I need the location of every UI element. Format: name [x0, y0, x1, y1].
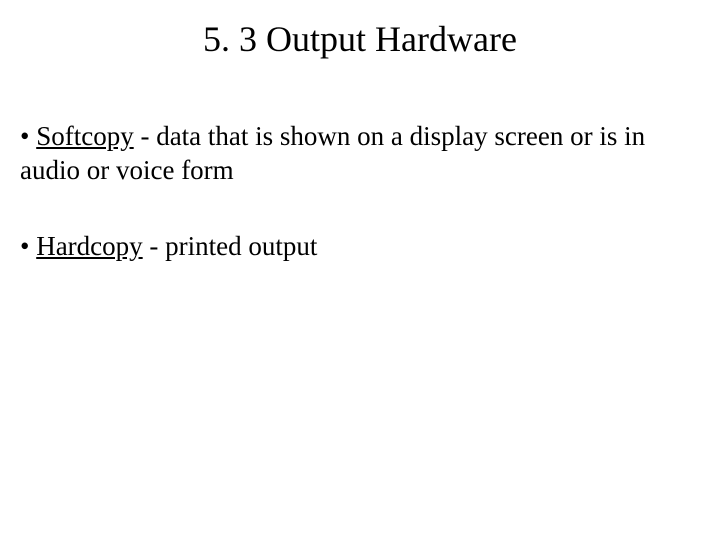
bullet-term: Hardcopy — [36, 231, 142, 261]
slide-title: 5. 3 Output Hardware — [20, 18, 700, 60]
bullet-item: • Softcopy - data that is shown on a dis… — [20, 120, 700, 188]
bullet-term: Softcopy — [36, 121, 134, 151]
bullet-prefix: • — [20, 231, 36, 261]
bullet-prefix: • — [20, 121, 36, 151]
bullet-definition: - printed output — [143, 231, 318, 261]
bullet-item: • Hardcopy - printed output — [20, 230, 700, 264]
